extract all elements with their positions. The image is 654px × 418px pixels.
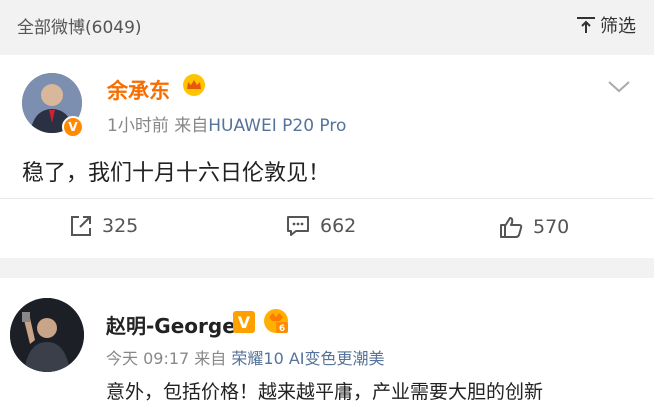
comment-card[interactable]: 赵明-George V 6 今天 09:17 来自 荣耀10 AI变色更潮美 意…	[0, 278, 654, 418]
comment-source[interactable]: 荣耀10 AI变色更潮美	[231, 349, 384, 368]
post-from-label: 来自	[174, 116, 209, 136]
verified-badge-icon: V	[62, 116, 84, 138]
comment-meta: 今天 09:17 来自 荣耀10 AI变色更潮美	[106, 345, 385, 369]
comment-button[interactable]: 662	[286, 215, 356, 237]
filter-label: 筛选	[600, 16, 636, 37]
weibo-count-label: 全部微博(6049)	[17, 18, 142, 38]
author-name[interactable]: 余承东	[107, 75, 170, 105]
crown-member-icon	[183, 74, 205, 96]
weibo-post-card[interactable]: V 余承东 1小时前 来自HUAWEI P20 Pro 稳了，我们十月十六日伦敦…	[0, 55, 654, 258]
post-actions-bar: 325 662 570	[0, 198, 654, 259]
repost-icon	[71, 216, 91, 236]
post-source[interactable]: HUAWEI P20 Pro	[208, 116, 346, 136]
top-bar: 全部微博(6049) 筛选	[0, 0, 654, 48]
commenter-avatar-photo	[10, 298, 84, 372]
post-time: 1小时前	[107, 116, 169, 136]
post-meta: 1小时前 来自HUAWEI P20 Pro	[107, 111, 346, 136]
comment-icon	[287, 216, 309, 236]
comment-text: 意外，包括价格！越来越平庸，产业需要大胆的创新	[106, 381, 544, 403]
filter-icon	[577, 17, 595, 33]
comment-time: 今天 09:17	[106, 349, 190, 368]
filter-button[interactable]: 筛选	[576, 12, 636, 38]
thumbs-up-icon	[500, 217, 523, 238]
post-text: 稳了，我们十月十六日伦敦见！	[22, 161, 331, 186]
verified-v-icon: V	[233, 311, 255, 333]
repost-button[interactable]: 325	[70, 215, 138, 237]
repost-count: 325	[102, 215, 139, 237]
commenter-avatar[interactable]	[10, 298, 84, 372]
comment-count: 662	[320, 215, 357, 237]
comment-from-label: 来自	[194, 349, 227, 368]
level-medal-icon: 6	[264, 309, 288, 334]
chevron-down-icon[interactable]	[608, 81, 630, 93]
svg-text:6: 6	[279, 324, 285, 334]
like-button[interactable]: 570	[499, 215, 569, 239]
like-count: 570	[533, 216, 570, 238]
commenter-name[interactable]: 赵明-George	[106, 310, 236, 339]
